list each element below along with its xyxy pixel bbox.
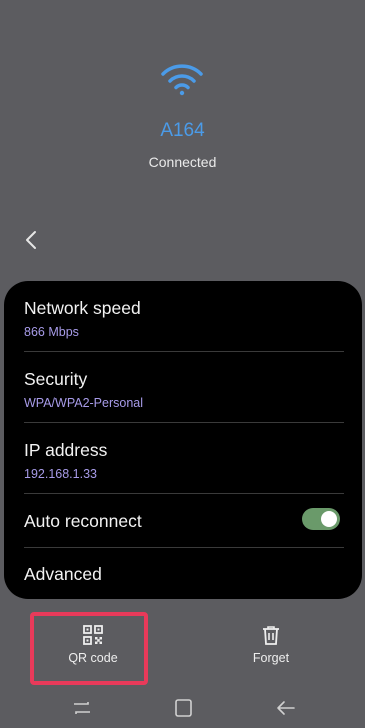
security-value: WPA/WPA2-Personal (24, 396, 144, 410)
forget-button[interactable]: Forget (216, 625, 326, 665)
network-speed-row: Network speed 866 Mbps (24, 298, 344, 339)
back-chevron-icon[interactable] (22, 228, 42, 252)
divider (24, 493, 344, 494)
auto-reconnect-toggle[interactable] (302, 508, 340, 530)
network-details-card: Network speed 866 Mbps Security WPA/WPA2… (4, 281, 362, 599)
forget-label: Forget (252, 651, 290, 665)
divider (24, 422, 344, 423)
system-nav-bar (0, 690, 365, 728)
toggle-knob (321, 511, 337, 527)
auto-reconnect-label: Auto reconnect (24, 511, 142, 531)
nav-back-icon[interactable] (272, 694, 300, 722)
advanced-label: Advanced (24, 564, 102, 584)
advanced-row[interactable]: Advanced (24, 564, 344, 585)
highlight-box (30, 612, 148, 685)
recents-icon[interactable] (68, 694, 96, 722)
divider (24, 351, 344, 352)
ip-address-row: IP address 192.168.1.33 (24, 440, 344, 481)
ip-address-value: 192.168.1.33 (24, 467, 97, 481)
network-ssid: A164 (160, 120, 205, 141)
auto-reconnect-row[interactable]: Auto reconnect (24, 511, 344, 532)
security-label: Security (24, 369, 88, 389)
divider (24, 547, 344, 548)
connection-status: Connected (148, 154, 217, 170)
security-row: Security WPA/WPA2-Personal (24, 369, 344, 410)
network-speed-label: Network speed (24, 298, 141, 318)
network-header: A164 Connected (0, 0, 365, 280)
home-icon[interactable] (169, 694, 197, 722)
trash-icon (263, 626, 279, 645)
ip-address-label: IP address (24, 440, 108, 460)
network-speed-value: 866 Mbps (24, 325, 79, 339)
wifi-icon (161, 64, 203, 96)
